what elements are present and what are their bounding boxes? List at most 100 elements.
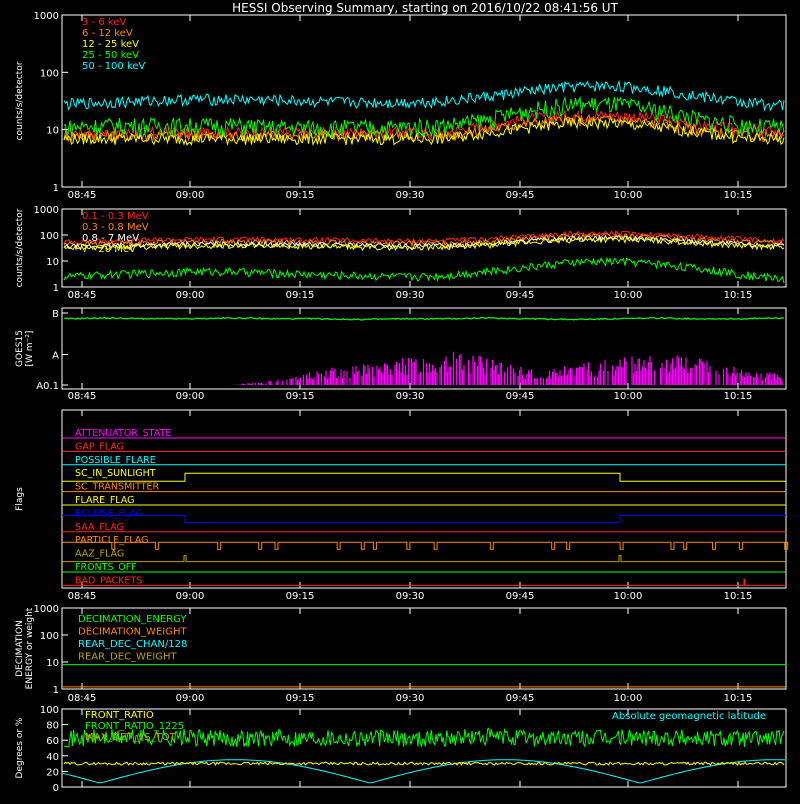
y-axis-label: Degrees or % — [15, 717, 25, 778]
y-tick-label: 100 — [40, 631, 59, 642]
hessi-summary-figure: HESSI Observing Summary, starting on 201… — [0, 0, 800, 800]
y-axis-label: [W m⁻²] — [25, 331, 35, 367]
legend-entry: REAR_DEC_CHAN/128 — [78, 639, 187, 650]
y-tick-label: 40 — [46, 752, 59, 763]
goes-xtick-label: 10:15 — [724, 391, 753, 402]
y-tick-label: 80 — [46, 721, 59, 732]
flag-label: POSSIBLE_FLARE — [75, 455, 156, 466]
series-line — [63, 761, 785, 767]
goes-axes: 08:45 09:00 09:15 09:30 09:45 10:00 10:15 — [61, 307, 787, 402]
lightcurve-xtick-label: 10:15 — [724, 190, 753, 201]
decimation-xtick-label: 10:00 — [614, 693, 643, 704]
y-tick-label: A — [52, 351, 59, 362]
highenergy-xtick-label: 10:00 — [614, 290, 643, 301]
series-line — [232, 351, 783, 385]
y-tick-label: 1 — [53, 283, 59, 294]
legend-entry: 12 - 25 keV — [82, 39, 139, 50]
y-tick-label: 1 — [53, 183, 59, 194]
y-tick-label: 1000 — [34, 205, 59, 216]
goes-xtick-label: 09:45 — [506, 391, 535, 402]
lightcurve-xtick-label: 10:00 — [614, 190, 643, 201]
lightcurve-xtick-label: 09:00 — [176, 190, 205, 201]
y-tick-label: A0.1 — [36, 381, 59, 392]
y-tick-label: 10 — [46, 126, 59, 137]
highenergy-xtick-label: 10:15 — [724, 290, 753, 301]
y-tick-label: B — [52, 309, 59, 320]
series-line — [64, 316, 785, 321]
highenergy-xtick-label: 09:30 — [396, 290, 425, 301]
flag-label: SAA_FLAG — [75, 522, 124, 533]
legend-entry: 0.3 - 0.8 MeV — [82, 222, 149, 233]
decimation-xtick-label: 09:15 — [286, 693, 315, 704]
flags-xtick-label: 10:15 — [724, 591, 753, 602]
flags-xtick-label: 08:45 — [68, 591, 97, 602]
legend-entry: REAR_DEC_WEIGHT — [78, 652, 177, 663]
decimation-xtick-label: 09:30 — [396, 693, 425, 704]
highenergy-xtick-label: 09:15 — [286, 290, 315, 301]
flags-xtick-label: 09:30 — [396, 591, 425, 602]
legend-entry: MAX_DET_VS_TOT — [85, 732, 177, 743]
legend-entry: 7 - 20 MeV — [82, 244, 136, 255]
lightcurve-xtick-label: 09:45 — [506, 190, 535, 201]
goes-xtick-label: 08:45 — [68, 391, 97, 402]
goes-xtick-label: 10:00 — [614, 391, 643, 402]
legend-entry: 3 - 6 keV — [82, 17, 126, 28]
flag-label: ATTENUATOR_STATE — [75, 428, 171, 439]
y-tick-label: 100 — [40, 231, 59, 242]
lightcurve-frame — [61, 14, 787, 188]
legend-entry: 6 - 12 keV — [82, 28, 133, 39]
highenergy-xtick-label: 08:45 — [68, 290, 97, 301]
figure-title: HESSI Observing Summary, starting on 201… — [232, 1, 618, 15]
flag-label: FLARE_FLAG — [75, 495, 135, 506]
highenergy-xtick-label: 09:45 — [506, 290, 535, 301]
lightcurve-xtick-label: 09:15 — [286, 190, 315, 201]
lightcurve-xtick-label: 09:30 — [396, 190, 425, 201]
flag-line — [62, 578, 786, 586]
legend-entry: 50 - 100 keV — [82, 61, 146, 72]
flag-line — [62, 541, 789, 550]
y-tick-label: 100 — [40, 68, 59, 79]
flag-line — [62, 472, 786, 482]
flags-xtick-label: 10:00 — [614, 591, 643, 602]
y-tick-label: 60 — [46, 736, 59, 747]
flag-label: GAP_FLAG — [75, 441, 124, 452]
y-tick-label: 10 — [46, 257, 59, 268]
y-tick-label: 1 — [53, 685, 59, 696]
flag-line — [62, 514, 786, 523]
flag-label: SC_IN_SUNLIGHT — [75, 468, 156, 479]
y-axis-label: ENERGY or weight — [25, 607, 35, 689]
decimation-xtick-label: 08:45 — [68, 693, 97, 704]
series-line — [63, 79, 785, 112]
flag-label: ECLIPSE_FLAG — [75, 508, 143, 519]
legend-entry: FRONT_RATIO_1225 — [85, 721, 184, 732]
legend-entry: DECIMATION_ENERGY — [78, 614, 187, 625]
y-axis-label: counts/s/detector — [15, 208, 25, 287]
flags-xtick-label: 09:00 — [176, 591, 205, 602]
y-axis-label: Flags — [15, 487, 25, 511]
y-axis-label: GOES15 — [15, 330, 25, 367]
y-axis-label: DECIMATION — [15, 620, 25, 677]
flag-label: BAD_PACKETS — [75, 575, 142, 586]
y-axis-label: counts/s/detector — [15, 61, 25, 140]
highenergy-axes: 08:45 09:00 09:15 09:30 09:45 10:00 10:15 — [61, 208, 787, 301]
y-tick-label: 20 — [46, 767, 59, 778]
lightcurve-xtick-label: 08:45 — [68, 190, 97, 201]
flag-label: AAZ_FLAG — [75, 549, 124, 560]
legend-entry: FRONT_RATIO — [85, 710, 154, 721]
legend-entry: DECIMATION_WEIGHT — [78, 627, 187, 638]
highenergy-xtick-label: 09:00 — [176, 290, 205, 301]
lightcurve-axes: 08:45 09:00 09:15 09:30 09:45 10:00 10:15 — [61, 14, 787, 201]
y-tick-label: 1000 — [34, 604, 59, 615]
goes-xtick-label: 09:00 — [176, 391, 205, 402]
decimation-xtick-label: 10:15 — [724, 693, 753, 704]
y-tick-label: 0 — [53, 783, 59, 794]
decimation-xtick-label: 09:45 — [506, 693, 535, 704]
legend-entry: 25 - 50 keV — [82, 50, 139, 61]
legend-entry: Absolute geomagnetic latitude — [612, 711, 766, 722]
y-tick-label: 1000 — [34, 11, 59, 22]
series-line — [63, 256, 785, 284]
summary-plot-canvas: HESSI Observing Summary, starting on 201… — [15, 1, 789, 794]
flag-label: FRONTS_OFF — [75, 562, 137, 573]
goes-xtick-label: 09:15 — [286, 391, 315, 402]
flag-label: SC_TRANSMITTER — [75, 482, 160, 493]
